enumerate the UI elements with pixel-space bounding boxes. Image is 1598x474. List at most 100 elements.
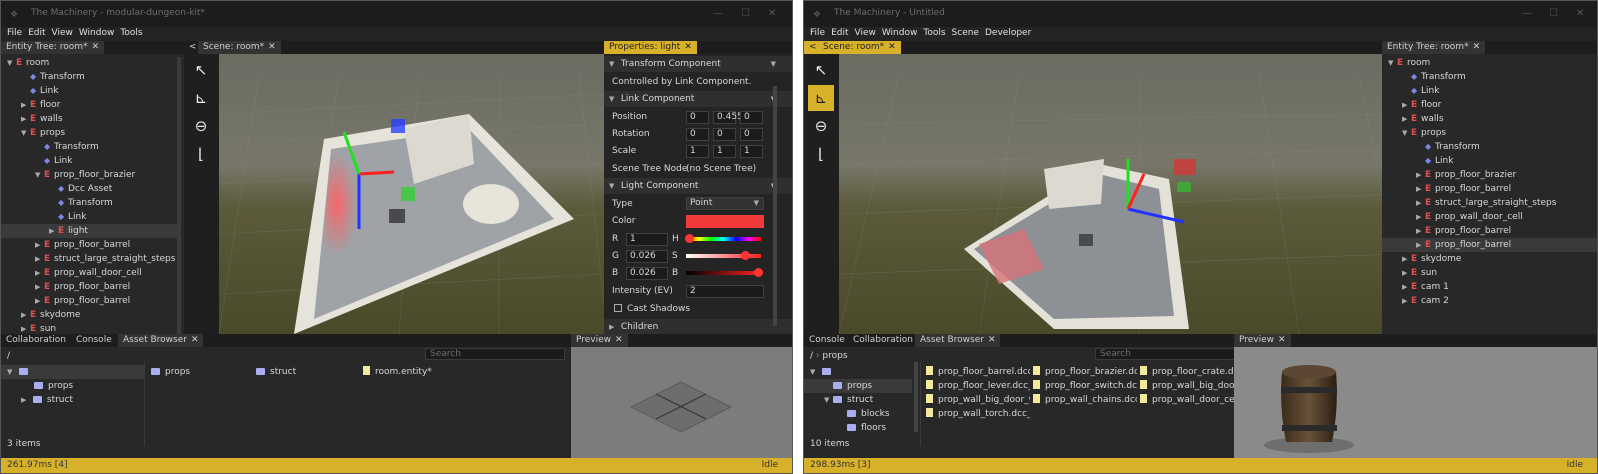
light-component-header[interactable]: ▼ Light Component▼ (604, 178, 792, 194)
tree-item[interactable]: ▶ Ewalls (1, 112, 177, 126)
collapse-icon[interactable]: ▼ (21, 126, 30, 140)
select-tool-icon[interactable]: ↖ (808, 57, 834, 83)
transform-component-header[interactable]: ▼ Transform Component ▼ (604, 56, 792, 72)
expand-icon[interactable]: ▶ (21, 322, 30, 334)
tree-item[interactable]: ▶ Estruct_large_straight_steps (1, 252, 177, 266)
close-tab-icon[interactable]: ✕ (1473, 42, 1481, 52)
tree-item[interactable]: ▶ Eprop_wall_door_cell (1, 266, 177, 280)
collapse-icon[interactable]: ▼ (7, 56, 16, 70)
expand-icon[interactable]: ▶ (21, 98, 30, 112)
color-swatch[interactable] (686, 215, 764, 228)
search-input[interactable]: Search (425, 348, 565, 360)
expand-icon[interactable]: ▶ (35, 280, 44, 294)
asset-item[interactable]: prop_floor_barrel.dcc_as (926, 365, 1030, 379)
tree-item[interactable]: ▶ Eskydome (1382, 252, 1597, 266)
tree-item[interactable]: ▼ Eprops (1, 126, 177, 140)
b-input[interactable]: 0.026 (626, 267, 668, 280)
rotation-y[interactable]: 0 (713, 128, 736, 141)
position-x[interactable]: 0 (686, 111, 709, 124)
expand-icon[interactable]: ▶ (49, 224, 58, 238)
intensity-input[interactable]: 2 (686, 285, 764, 298)
position-z[interactable]: 0 (740, 111, 763, 124)
g-input[interactable]: 0.026 (626, 250, 668, 263)
scale-tool-icon[interactable]: ⌊ (808, 141, 834, 167)
close-tab-icon[interactable]: ✕ (888, 42, 896, 52)
tab-asset-browser[interactable]: Asset Browser ✕ (118, 334, 204, 347)
tree-item[interactable]: ▼ Eprops (1382, 126, 1597, 140)
tree-item[interactable]: ▶ Eprop_floor_barrel (1, 280, 177, 294)
tree-item[interactable]: ▶ Efloor (1382, 98, 1597, 112)
tree-item[interactable]: ▶ Efloor (1, 98, 177, 112)
folder-scrollbar[interactable] (914, 362, 918, 432)
tree-item[interactable]: ▶ Estruct_large_straight_steps (1382, 196, 1597, 210)
collapse-icon[interactable]: ▼ (1402, 126, 1411, 140)
asset-item[interactable]: prop_wall_chains.dcc_a (1033, 393, 1137, 407)
tree-item[interactable]: ▶ Eprop_floor_barrel (1, 238, 177, 252)
folder-root[interactable]: ▼ (1, 365, 144, 379)
tab-scene[interactable]: Scene: room* ✕ (198, 41, 281, 54)
maximize-icon[interactable]: ☐ (1549, 8, 1558, 19)
close-tab-icon[interactable]: ✕ (615, 335, 623, 345)
folder-tree-item[interactable]: ▼ struct (804, 393, 912, 407)
tab-collaboration[interactable]: Collaboration (1, 334, 71, 347)
tree-item[interactable]: ◆ Link (1382, 84, 1597, 98)
menu-view[interactable]: View (46, 27, 73, 39)
expand-icon[interactable]: ▶ (1416, 238, 1425, 252)
tree-item[interactable]: ▶ Eprop_wall_door_cell (1382, 210, 1597, 224)
tree-item[interactable]: ▶ Elight (1, 224, 177, 238)
tree-item[interactable]: ▶ Ecam 2 (1382, 294, 1597, 308)
tree-item[interactable]: ▶ Esun (1, 322, 177, 334)
expand-icon[interactable]: ▶ (1402, 266, 1411, 280)
tree-item[interactable]: ◆ Transform (1, 70, 177, 84)
maximize-icon[interactable]: ☐ (741, 8, 750, 19)
scene-viewport[interactable] (219, 54, 604, 334)
cast-shadows-row[interactable]: Cast Shadows (604, 301, 792, 317)
expand-icon[interactable]: ▶ (1402, 112, 1411, 126)
move-tool-icon[interactable]: ⊾ (188, 85, 214, 111)
asset-item[interactable]: prop_wall_door_cell.dcc (1140, 393, 1234, 407)
brightness-handle[interactable] (754, 268, 763, 277)
scale-tool-icon[interactable]: ⌊ (188, 141, 214, 167)
tree-item[interactable]: ◆ Dcc Asset (1, 182, 177, 196)
expand-icon[interactable]: ▶ (1402, 280, 1411, 294)
menu-file[interactable]: File (804, 27, 825, 39)
expand-icon[interactable]: ▶ (1416, 196, 1425, 210)
tree-item[interactable]: ▼ Eprop_floor_brazier (1, 168, 177, 182)
expand-icon[interactable]: ▶ (35, 266, 44, 280)
tree-item[interactable]: ◆ Link (1, 84, 177, 98)
folder-tree-item[interactable]: props (804, 379, 912, 393)
expand-icon[interactable]: ▶ (1402, 252, 1411, 266)
close-tab-icon[interactable]: ✕ (1278, 335, 1286, 345)
type-dropdown[interactable]: Point ▼ (686, 197, 764, 210)
menu-tools[interactable]: Tools (114, 27, 142, 39)
hue-handle[interactable] (685, 234, 694, 243)
tree-item[interactable]: ◆ Link (1382, 154, 1597, 168)
menu-tools[interactable]: Tools (917, 27, 945, 39)
scale-x[interactable]: 1 (686, 145, 709, 158)
expand-icon[interactable]: ▶ (21, 112, 30, 126)
close-tab-icon[interactable]: ✕ (684, 42, 692, 52)
tree-item[interactable]: ◆ Transform (1, 140, 177, 154)
tree-item[interactable]: ▶ Esun (1382, 266, 1597, 280)
collapse-icon[interactable]: ▼ (824, 393, 833, 407)
expand-icon[interactable]: ▶ (1416, 210, 1425, 224)
scale-y[interactable]: 1 (713, 145, 736, 158)
minimize-icon[interactable]: — (713, 8, 723, 19)
position-y[interactable]: 0.455 (713, 111, 743, 124)
asset-item[interactable]: prop_floor_brazier.dcc_ (1033, 365, 1137, 379)
tree-item[interactable]: ▶ Eskydome (1, 308, 177, 322)
tab-console[interactable]: Console (71, 334, 117, 347)
tab-entity-tree[interactable]: Entity Tree: room* ✕ (1382, 41, 1486, 54)
tab-properties[interactable]: Properties: light ✕ (604, 41, 697, 54)
folder-tree-item[interactable]: blocks (804, 407, 912, 421)
tab-scene[interactable]: Scene: room* ✕ (818, 41, 901, 54)
expand-icon[interactable]: ▶ (35, 294, 44, 308)
breadcrumb-root[interactable]: / (810, 351, 813, 361)
tab-asset-browser[interactable]: Asset Browser ✕ (915, 334, 1001, 347)
asset-item[interactable]: room.entity* (363, 365, 432, 379)
breadcrumb-current[interactable]: props (822, 351, 847, 361)
tab-collaboration[interactable]: Collaboration (848, 334, 918, 347)
expand-icon[interactable]: ▶ (1416, 182, 1425, 196)
tree-item[interactable]: ◆ Link (1, 154, 177, 168)
expand-icon[interactable]: ▶ (1416, 168, 1425, 182)
